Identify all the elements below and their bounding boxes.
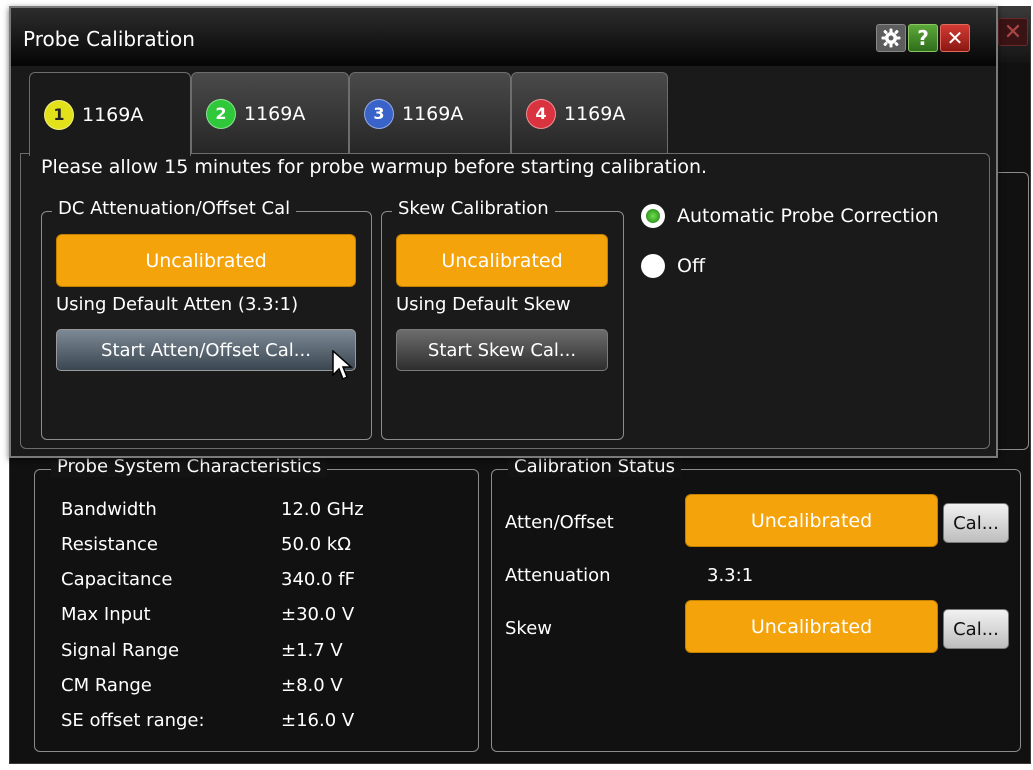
skew-group-title: Skew Calibration [392, 198, 555, 219]
dialog-title: Probe Calibration [23, 27, 195, 51]
dc-status-indicator: Uncalibrated [56, 234, 356, 287]
tab-channel-3[interactable]: 3 1169A [349, 72, 511, 154]
close-button[interactable]: ✕ [940, 24, 970, 52]
signal-range-value: ±1.7 V [281, 640, 343, 661]
atten-offset-status[interactable]: Uncalibrated [685, 494, 938, 547]
question-mark-icon: ? [917, 26, 929, 50]
start-atten-offset-cal-button[interactable]: Start Atten/Offset Cal... [56, 329, 356, 371]
calibration-status-group: Calibration Status Atten/Offset Uncalibr… [491, 456, 1021, 752]
se-offset-range-value: ±16.0 V [281, 710, 355, 731]
cm-range-label: CM Range [61, 675, 152, 696]
settings-button[interactable] [876, 24, 906, 52]
background-group-edge [993, 172, 1029, 450]
channel-3-badge: 3 [364, 98, 394, 129]
radio-selected-icon [641, 204, 665, 228]
capacitance-value: 340.0 fF [281, 569, 355, 590]
dc-info-text: Using Default Atten (3.3:1) [56, 294, 299, 315]
capacitance-label: Capacitance [61, 569, 173, 590]
close-icon: ✕ [946, 26, 964, 50]
se-offset-range-label: SE offset range: [61, 710, 205, 731]
dc-attenuation-offset-group: DC Attenuation/Offset Cal Uncalibrated U… [41, 198, 372, 440]
attenuation-label: Attenuation [505, 565, 611, 586]
automatic-probe-correction-option[interactable]: Automatic Probe Correction [641, 204, 939, 228]
skew-label: Skew [505, 618, 553, 639]
mouse-cursor-icon [332, 350, 353, 381]
dc-group-title: DC Attenuation/Offset Cal [52, 198, 297, 219]
help-button[interactable]: ? [908, 24, 938, 52]
close-icon: ✕ [1003, 19, 1023, 45]
tab-label: 1169A [82, 103, 144, 126]
channel-2-badge: 2 [206, 98, 236, 129]
background-close-button[interactable]: ✕ [998, 18, 1028, 46]
radio-unselected-icon [641, 254, 665, 278]
tab-channel-4[interactable]: 4 1169A [511, 72, 668, 154]
probe-system-title: Probe System Characteristics [51, 456, 328, 477]
gear-icon [881, 28, 901, 48]
bandwidth-value: 12.0 GHz [281, 499, 364, 520]
signal-range-label: Signal Range [61, 640, 180, 661]
channel-1-badge: 1 [44, 99, 74, 130]
probe-calibration-dialog: Probe Calibration ? ✕ 1 1169A 2 1169A 3 … [9, 6, 998, 458]
probe-system-characteristics-group: Probe System Characteristics Bandwidth 1… [34, 456, 479, 752]
tab-channel-2[interactable]: 2 1169A [191, 72, 349, 154]
cm-range-value: ±8.0 V [281, 675, 343, 696]
skew-info-text: Using Default Skew [396, 294, 571, 315]
off-option[interactable]: Off [641, 254, 705, 278]
skew-cal-button[interactable]: Cal... [943, 609, 1009, 649]
tab-channel-1[interactable]: 1 1169A [29, 72, 191, 156]
tab-label: 1169A [244, 102, 306, 125]
bandwidth-label: Bandwidth [61, 499, 157, 520]
off-label: Off [677, 255, 706, 277]
atten-offset-label: Atten/Offset [505, 512, 614, 533]
skew-status-indicator: Uncalibrated [396, 234, 608, 287]
calibration-status-title: Calibration Status [508, 456, 682, 477]
max-input-label: Max Input [61, 604, 151, 625]
max-input-value: ±30.0 V [281, 604, 355, 625]
skew-calibration-group: Skew Calibration Uncalibrated Using Defa… [381, 198, 624, 440]
atten-offset-cal-button[interactable]: Cal... [943, 503, 1009, 543]
warmup-message: Please allow 15 minutes for probe warmup… [41, 156, 708, 178]
start-skew-cal-button[interactable]: Start Skew Cal... [396, 329, 608, 371]
resistance-label: Resistance [61, 534, 158, 555]
resistance-value: 50.0 kΩ [281, 534, 351, 555]
skew-status[interactable]: Uncalibrated [685, 600, 938, 653]
channel-4-badge: 4 [526, 98, 556, 129]
tab-label: 1169A [402, 102, 464, 125]
tab-label: 1169A [564, 102, 626, 125]
automatic-probe-correction-label: Automatic Probe Correction [677, 205, 939, 227]
attenuation-value: 3.3:1 [707, 565, 754, 586]
